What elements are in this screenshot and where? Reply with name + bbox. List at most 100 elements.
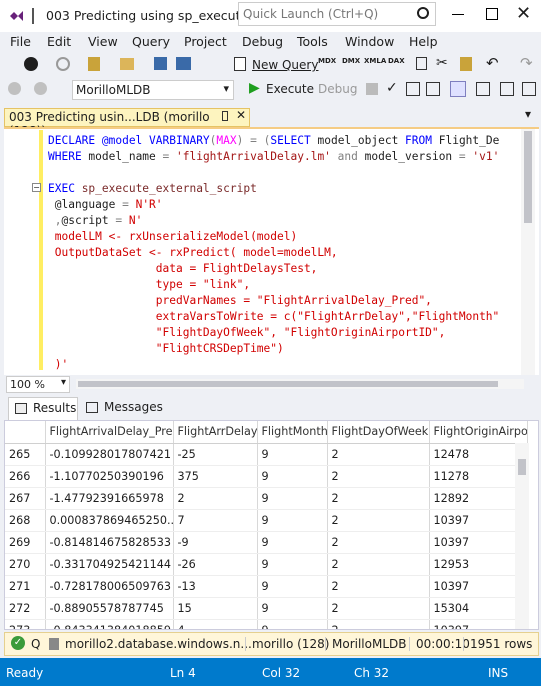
- table-cell[interactable]: -0.814814675828533: [45, 531, 174, 554]
- results-grid[interactable]: FlightArrivalDelay_Pred FlightArrDelay Fli…: [4, 420, 539, 630]
- table-cell[interactable]: 9: [257, 465, 328, 488]
- save-all-icon[interactable]: [176, 57, 191, 70]
- open-icon[interactable]: [120, 58, 134, 70]
- debug-button[interactable]: Debug: [318, 82, 357, 96]
- row-number[interactable]: 267: [5, 487, 46, 510]
- column-header[interactable]: [5, 421, 46, 444]
- mdx-icon[interactable]: MDX: [318, 57, 336, 73]
- menu-debug[interactable]: Debug: [242, 34, 283, 49]
- column-header[interactable]: FlightArrDelay: [173, 421, 258, 444]
- table-cell[interactable]: 15304: [429, 597, 528, 620]
- table-cell[interactable]: 2: [327, 509, 430, 532]
- tab-results[interactable]: Results: [8, 397, 78, 420]
- change-connection-icon[interactable]: [34, 82, 47, 95]
- table-cell[interactable]: 10397: [429, 509, 528, 532]
- back-icon[interactable]: [24, 57, 38, 71]
- zoom-select[interactable]: 100 % ▾: [6, 376, 70, 393]
- menu-window[interactable]: Window: [345, 34, 394, 49]
- row-number[interactable]: 268: [5, 509, 46, 532]
- menu-file[interactable]: File: [10, 34, 31, 49]
- cancel-query-icon[interactable]: [366, 83, 378, 95]
- display-plan-icon[interactable]: [406, 82, 420, 96]
- table-cell[interactable]: 9: [257, 487, 328, 510]
- notification-flag-icon[interactable]: [32, 8, 42, 24]
- grid-vertical-scrollbar[interactable]: [515, 443, 529, 629]
- forward-icon[interactable]: [56, 57, 70, 71]
- table-cell[interactable]: 2: [173, 487, 258, 510]
- column-header[interactable]: FlightMonth: [257, 421, 328, 444]
- table-cell[interactable]: 9: [257, 575, 328, 598]
- table-row[interactable]: 269 -0.814814675828533 -9 9 2 10397: [5, 531, 528, 554]
- new-project-icon[interactable]: [88, 57, 100, 71]
- table-cell[interactable]: 12892: [429, 487, 528, 510]
- collapse-icon[interactable]: −: [32, 183, 41, 192]
- row-number[interactable]: 266: [5, 465, 46, 488]
- query-editor[interactable]: − DECLARE @model VARBINARY(MAX) = (SELEC…: [4, 127, 539, 387]
- database-select[interactable]: MorilloMLDB ▾: [72, 80, 234, 100]
- row-number[interactable]: 269: [5, 531, 46, 554]
- table-cell[interactable]: -0.88905578787745: [45, 597, 174, 620]
- column-header[interactable]: FlightDayOfWeek: [327, 421, 430, 444]
- row-number[interactable]: 272: [5, 597, 46, 620]
- menu-query[interactable]: Query: [132, 34, 170, 49]
- table-cell[interactable]: -13: [173, 575, 258, 598]
- close-button[interactable]: ✕: [516, 3, 531, 24]
- row-number[interactable]: 265: [5, 443, 46, 466]
- table-cell[interactable]: -1.47792391665978: [45, 487, 174, 510]
- table-cell[interactable]: 2: [327, 465, 430, 488]
- minimize-button[interactable]: [452, 14, 464, 15]
- execute-button[interactable]: Execute: [266, 82, 314, 96]
- table-cell[interactable]: 2: [327, 443, 430, 466]
- tab-close-icon[interactable]: ✕: [236, 108, 246, 122]
- table-row[interactable]: 273 -0.843341384018859 4 9 2 10397: [5, 619, 528, 629]
- row-number[interactable]: 273: [5, 619, 46, 629]
- cut-icon[interactable]: ✂: [436, 55, 452, 71]
- execute-play-icon[interactable]: ▶: [249, 80, 260, 96]
- table-row[interactable]: 267 -1.47792391665978 2 9 2 12892: [5, 487, 528, 510]
- table-cell[interactable]: 2: [327, 487, 430, 510]
- table-cell[interactable]: 0.000837869465250...: [45, 509, 174, 532]
- table-cell[interactable]: 10397: [429, 531, 528, 554]
- connect-icon[interactable]: [8, 82, 21, 95]
- copy-icon[interactable]: [416, 57, 427, 70]
- menu-edit[interactable]: Edit: [47, 34, 71, 49]
- new-query-button[interactable]: New Query: [252, 58, 318, 72]
- column-header[interactable]: FlightOriginAirportID: [429, 421, 528, 444]
- grid-scroll-thumb[interactable]: [518, 459, 526, 475]
- results-to-file-icon[interactable]: [500, 82, 514, 96]
- table-cell[interactable]: 2: [327, 619, 430, 629]
- table-cell[interactable]: -0.728178006509763: [45, 575, 174, 598]
- maximize-button[interactable]: [486, 8, 498, 20]
- save-icon[interactable]: [154, 57, 167, 70]
- tab-query-document[interactable]: 003 Predicting usin...LDB (morillo (128)…: [4, 108, 250, 138]
- paste-icon[interactable]: [460, 57, 472, 71]
- menu-project[interactable]: Project: [184, 34, 227, 49]
- table-cell[interactable]: 2: [327, 531, 430, 554]
- menu-view[interactable]: View: [88, 34, 118, 49]
- table-cell[interactable]: 9: [257, 553, 328, 576]
- table-cell[interactable]: 2: [327, 597, 430, 620]
- table-cell[interactable]: -26: [173, 553, 258, 576]
- table-row[interactable]: 271 -0.728178006509763 -13 9 2 10397: [5, 575, 528, 598]
- table-cell[interactable]: 11278: [429, 465, 528, 488]
- query-options-icon[interactable]: [426, 82, 440, 96]
- table-cell[interactable]: -0.843341384018859: [45, 619, 174, 629]
- new-query-icon[interactable]: [234, 57, 246, 71]
- table-row[interactable]: 272 -0.88905578787745 15 9 2 15304: [5, 597, 528, 620]
- results-to-grid-icon[interactable]: [476, 82, 490, 96]
- results-to-text-icon[interactable]: [450, 81, 466, 97]
- row-number[interactable]: 271: [5, 575, 46, 598]
- table-cell[interactable]: -25: [173, 443, 258, 466]
- table-cell[interactable]: 12478: [429, 443, 528, 466]
- table-cell[interactable]: -1.10770250390196: [45, 465, 174, 488]
- table-cell[interactable]: -0.109928017807421: [45, 443, 174, 466]
- table-cell[interactable]: 4: [173, 619, 258, 629]
- table-cell[interactable]: -0.331704925421144: [45, 553, 174, 576]
- table-cell[interactable]: 10397: [429, 575, 528, 598]
- dax-icon[interactable]: DAX: [388, 57, 405, 73]
- table-cell[interactable]: -9: [173, 531, 258, 554]
- menu-tools[interactable]: Tools: [297, 34, 328, 49]
- tab-messages[interactable]: Messages: [82, 397, 163, 420]
- table-row[interactable]: 266 -1.10770250390196 375 9 2 11278: [5, 465, 528, 488]
- table-row[interactable]: 268 0.000837869465250... 7 9 2 10397: [5, 509, 528, 532]
